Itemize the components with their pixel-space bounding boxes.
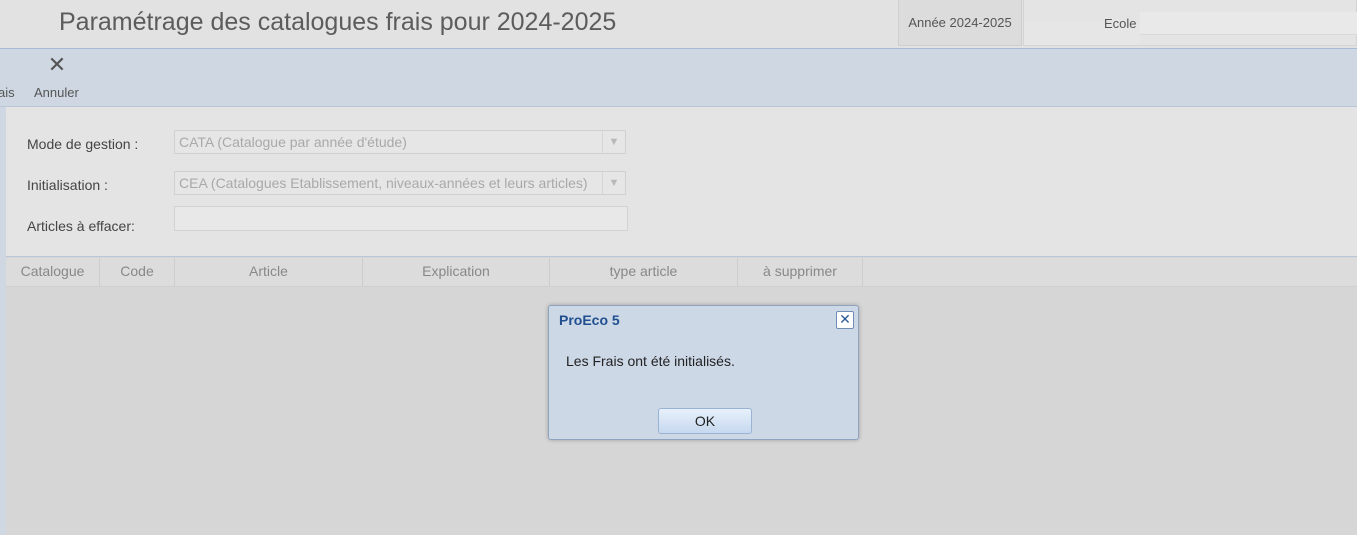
mode-select-value: CATA (Catalogue par année d'étude) bbox=[179, 134, 407, 150]
close-icon[interactable]: ✕ bbox=[836, 311, 854, 329]
year-selector[interactable]: Année 2024-2025 bbox=[898, 0, 1022, 46]
toolbar: ais ✕ Annuler bbox=[0, 49, 1357, 107]
toolbar-partial-button-label[interactable]: ais bbox=[0, 85, 15, 100]
school-selector[interactable]: Ecole bbox=[1023, 0, 1357, 46]
chevron-down-icon[interactable]: ▼ bbox=[602, 172, 625, 194]
page-title: Paramétrage des catalogues frais pour 20… bbox=[59, 8, 617, 36]
dialog-title: ProEco 5 bbox=[559, 312, 620, 328]
column-header-code[interactable]: Code bbox=[100, 258, 175, 286]
column-header-article[interactable]: Article bbox=[175, 258, 363, 286]
school-label: Ecole bbox=[1104, 16, 1137, 31]
form-panel: Mode de gestion : CATA (Catalogue par an… bbox=[6, 107, 1357, 257]
articles-input[interactable] bbox=[174, 206, 628, 231]
page-header: Paramétrage des catalogues frais pour 20… bbox=[0, 0, 1357, 49]
mode-label: Mode de gestion : bbox=[27, 136, 139, 152]
init-select[interactable]: CEA (Catalogues Etablissement, niveaux-a… bbox=[174, 171, 626, 195]
school-value[interactable] bbox=[1140, 12, 1357, 35]
column-header-a-supprimer[interactable]: à supprimer bbox=[738, 258, 863, 286]
dialog-message: Les Frais ont été initialisés. bbox=[566, 353, 735, 369]
ok-button[interactable]: OK bbox=[658, 408, 752, 434]
chevron-down-icon[interactable]: ▼ bbox=[602, 131, 625, 153]
articles-label: Articles à effacer: bbox=[27, 218, 135, 234]
mode-select[interactable]: CATA (Catalogue par année d'étude) ▼ bbox=[174, 130, 626, 154]
column-header-explication[interactable]: Explication bbox=[363, 258, 550, 286]
column-header-type-article[interactable]: type article bbox=[550, 258, 738, 286]
message-dialog: ProEco 5 ✕ Les Frais ont été initialisés… bbox=[548, 305, 859, 440]
close-icon: ✕ bbox=[47, 52, 67, 77]
init-select-value: CEA (Catalogues Etablissement, niveaux-a… bbox=[179, 175, 588, 191]
cancel-button[interactable]: ✕ Annuler bbox=[30, 53, 86, 103]
grid-header: Catalogue Code Article Explication type … bbox=[6, 258, 1357, 287]
column-header-catalogue[interactable]: Catalogue bbox=[6, 258, 100, 286]
cancel-button-label: Annuler bbox=[34, 85, 79, 100]
init-label: Initialisation : bbox=[27, 177, 108, 193]
